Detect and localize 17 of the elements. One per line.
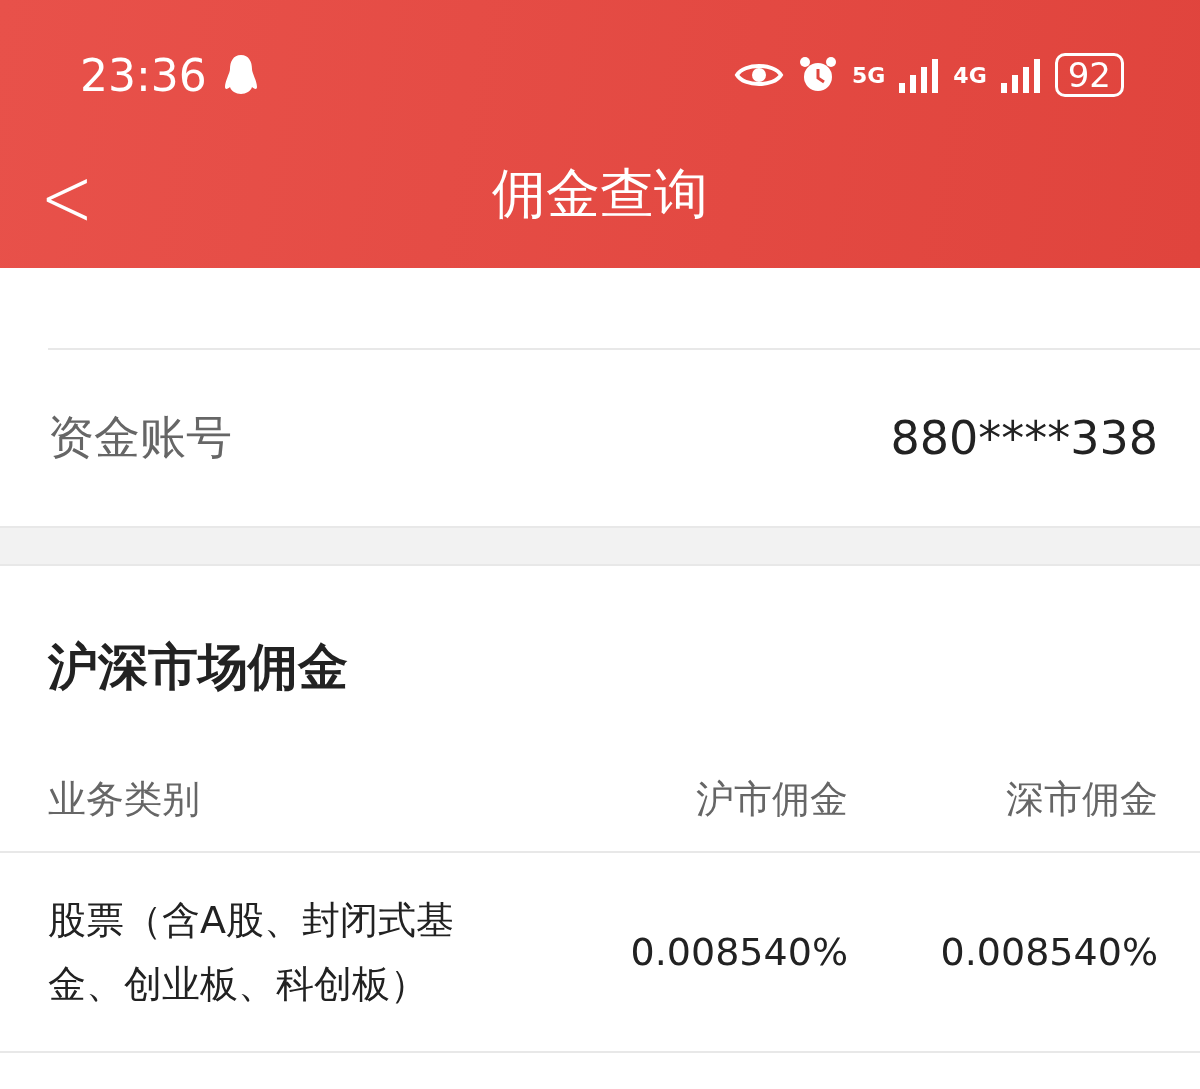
battery-indicator: 92 (1054, 53, 1124, 97)
table-cell-text: 股票（含A股、封闭式基金、创业板、科创板） (48, 897, 455, 1008)
section-title: 沪深市场佣金 (47, 637, 349, 698)
signal-icon (1000, 57, 1041, 93)
table-cell-text: 0.008540% (939, 929, 1158, 976)
page-title: 佣金查询 (492, 160, 708, 227)
network-label: 5G (852, 62, 886, 88)
field-value: 880****338 (890, 411, 1158, 465)
back-button[interactable]: < (40, 148, 94, 246)
signal-icon (899, 57, 940, 93)
table-cell-text: 0.008540% (629, 929, 848, 976)
time: 23:36 (80, 49, 207, 101)
field-label: 资金账号 (48, 409, 232, 466)
column-header: 沪市佣金 (695, 775, 848, 823)
column-header: 业务类别 (48, 775, 201, 823)
network-label: 4G (953, 62, 987, 88)
column-header: 深市佣金 (1005, 775, 1158, 823)
